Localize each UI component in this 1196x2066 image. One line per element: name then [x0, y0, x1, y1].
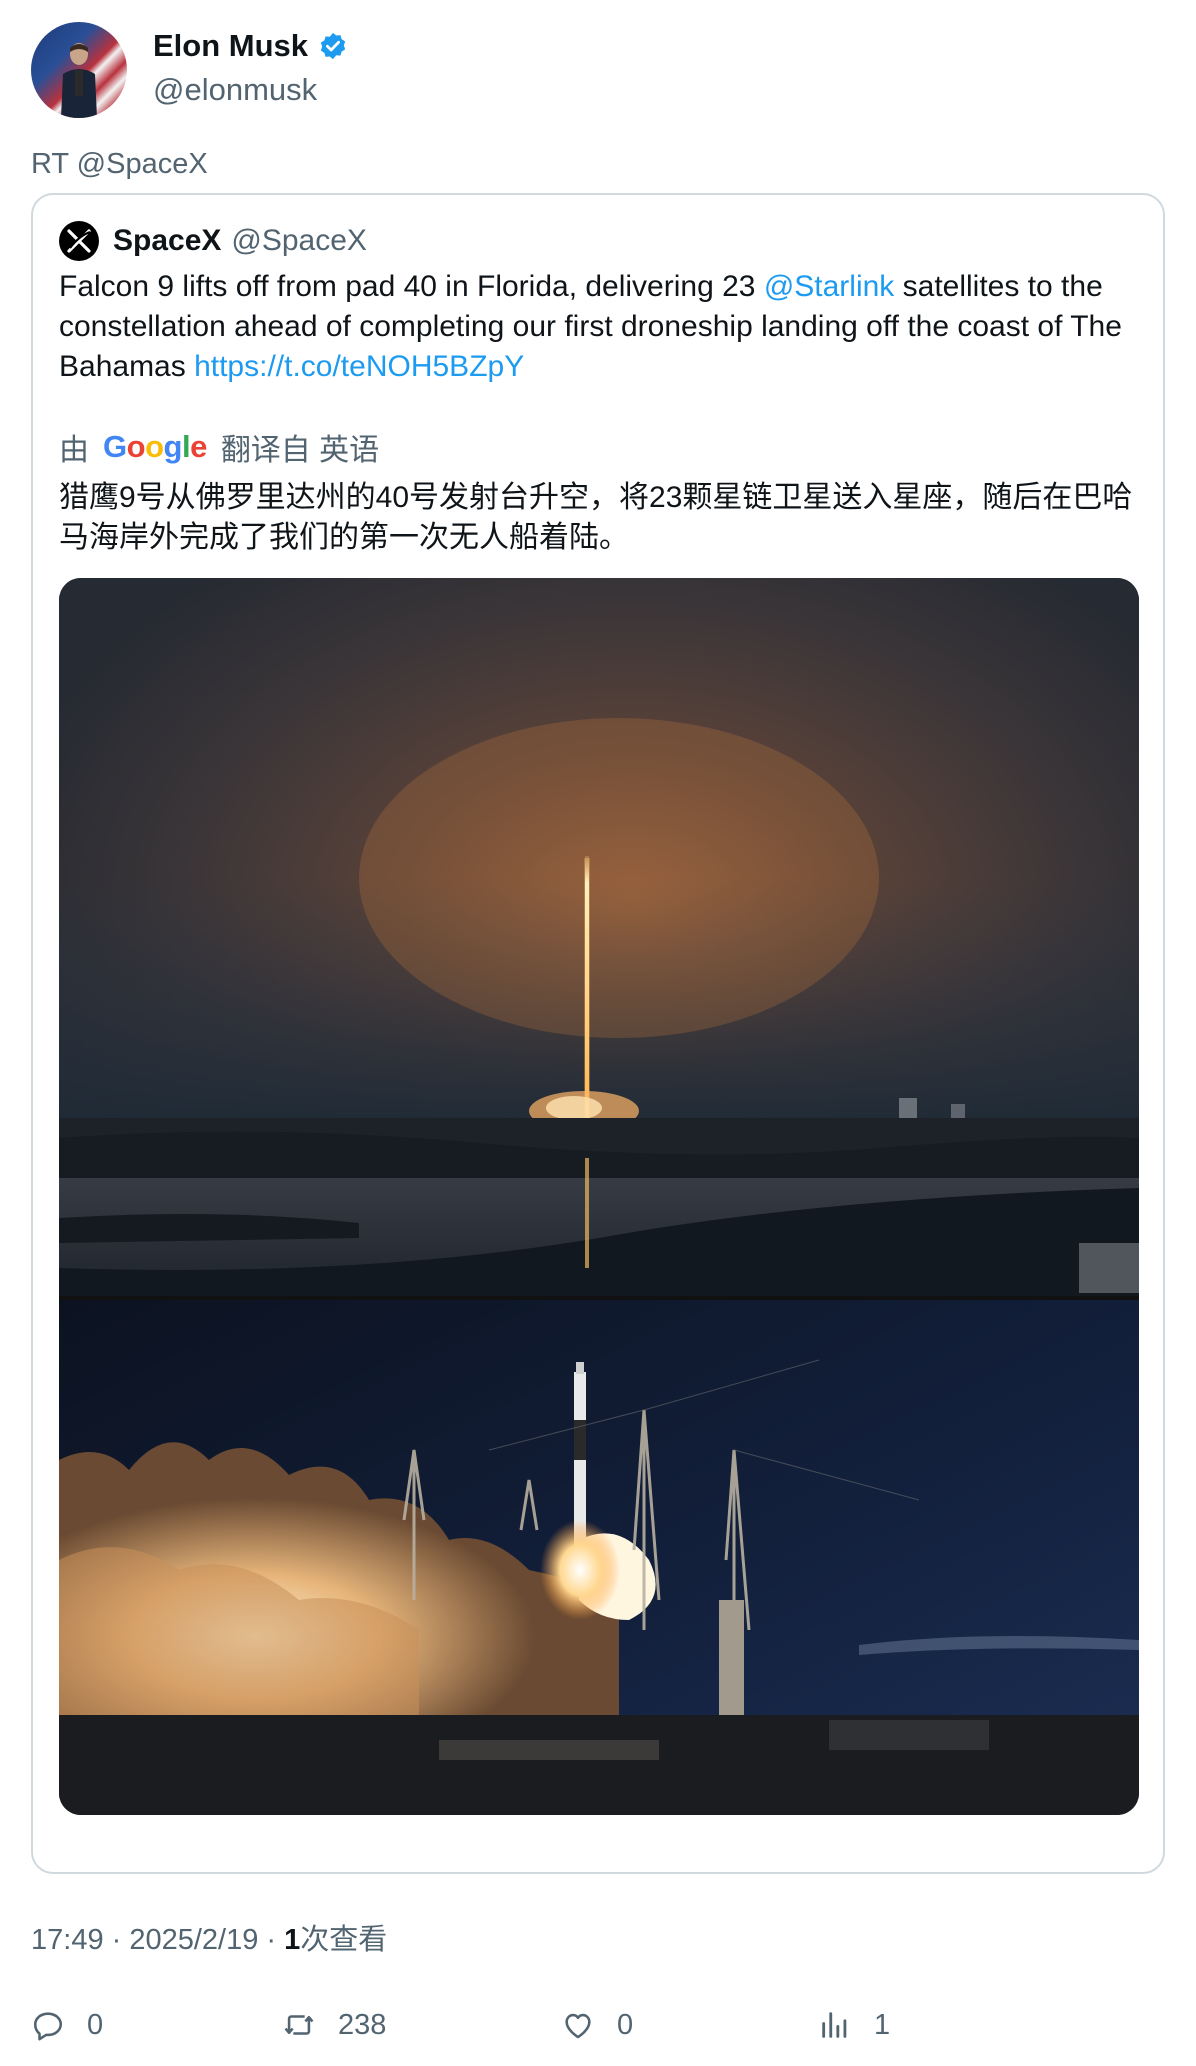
launch-photo-long-exposure[interactable] — [59, 578, 1139, 1296]
quoted-tweet-header: SpaceX @SpaceX — [59, 219, 367, 263]
like-button[interactable]: 0 — [561, 2000, 633, 2050]
handle[interactable]: @elonmusk — [153, 72, 317, 108]
retweet-icon — [284, 2015, 314, 2035]
reply-button[interactable]: 0 — [31, 2000, 103, 2050]
tweet-url-link[interactable]: https://t.co/teNOH5BZpY — [194, 350, 524, 383]
views-icon — [822, 2012, 847, 2038]
retweet-count: 238 — [338, 2008, 387, 2041]
tweet-time[interactable]: 17:49 — [31, 1924, 104, 1956]
tweet-actions: 0 238 0 1 — [31, 2000, 1141, 2050]
tweet-date[interactable]: 2025/2/19 — [129, 1924, 258, 1956]
meta-separator: · — [258, 1924, 285, 1956]
translated-text: 猎鹰9号从佛罗里达州的40号发射台升空，将23颗星链卫星送入星座，随后在巴哈马海… — [59, 481, 1133, 554]
avatar[interactable] — [31, 22, 127, 118]
reply-count: 0 — [87, 2008, 104, 2041]
launch-photo-liftoff[interactable] — [59, 1300, 1139, 1815]
views-label: 次查看 — [300, 1924, 388, 1956]
quoted-tweet-card[interactable]: SpaceX @SpaceX Falcon 9 lifts off from p… — [31, 193, 1165, 1874]
google-logo[interactable]: Google — [103, 429, 207, 465]
mention-link[interactable]: @Starlink — [764, 270, 895, 303]
like-count: 0 — [617, 2008, 634, 2041]
name-row: Elon Musk — [153, 28, 348, 64]
views-button[interactable]: 1 — [818, 2000, 890, 2050]
like-icon — [565, 2013, 591, 2039]
spacex-logo-icon[interactable] — [59, 221, 99, 261]
retweet-label: RT @SpaceX — [31, 148, 208, 180]
views-count: 1 — [284, 1924, 301, 1956]
quoted-tweet-text: Falcon 9 lifts off from pad 40 in Florid… — [59, 267, 1149, 387]
translation-attribution: 由 Google 翻译自 英语 — [59, 427, 379, 467]
avatar-person-image — [61, 43, 97, 118]
meta-separator: · — [103, 1924, 130, 1956]
quoted-text-part: Falcon 9 lifts off from pad 40 in Florid… — [59, 270, 764, 303]
display-name[interactable]: Elon Musk — [153, 28, 308, 64]
translate-prefix: 由 — [59, 434, 89, 467]
reply-icon — [33, 2012, 63, 2041]
retweet-button[interactable]: 238 — [282, 2000, 386, 2050]
tweet-media[interactable] — [59, 578, 1139, 1815]
tweet-header: Elon Musk @elonmusk — [31, 22, 1131, 120]
quoted-handle[interactable]: @SpaceX — [231, 224, 367, 258]
quoted-display-name[interactable]: SpaceX — [113, 224, 221, 258]
translate-suffix: 翻译自 英语 — [220, 434, 380, 467]
verified-badge-icon — [320, 32, 346, 60]
views-action-count: 1 — [874, 2008, 891, 2041]
tweet-meta: 17:49 · 2025/2/19 · 1次查看 — [31, 1916, 387, 1958]
